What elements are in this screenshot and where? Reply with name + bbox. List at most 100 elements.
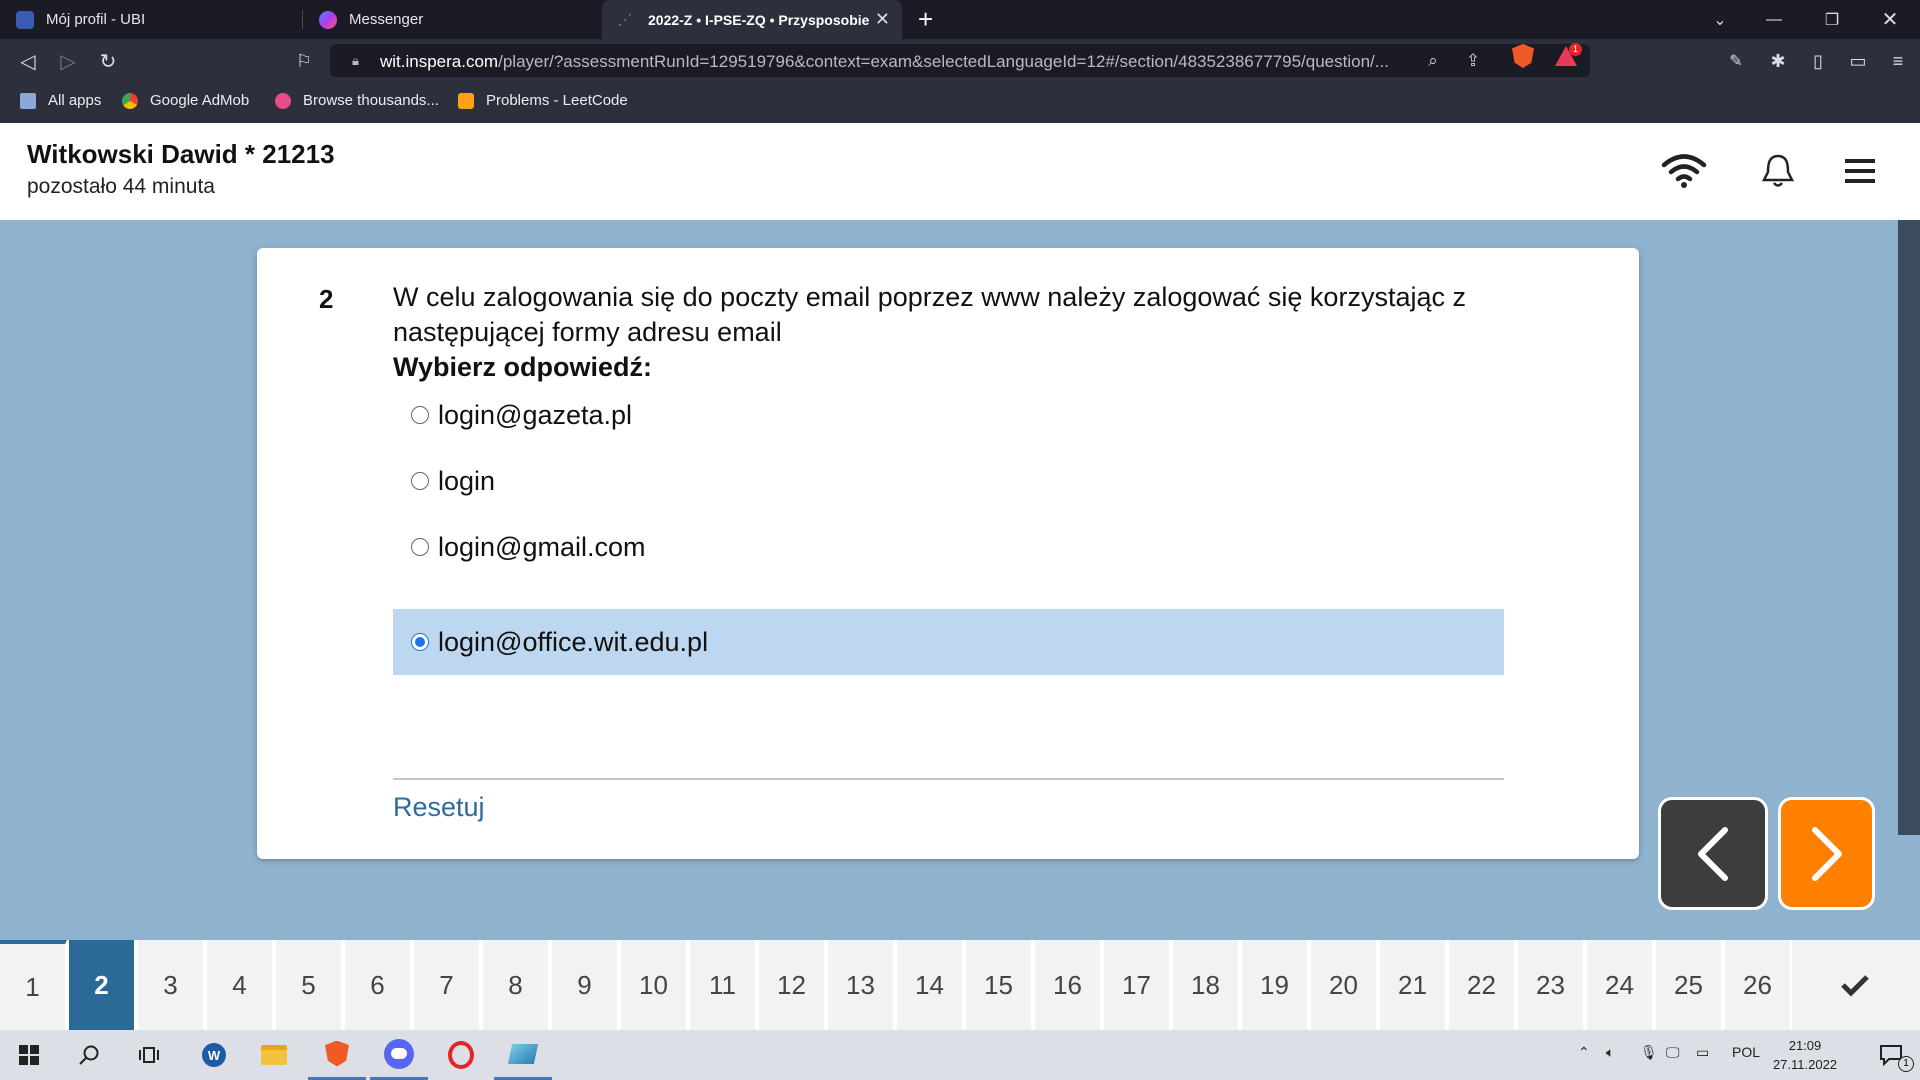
word-app-icon[interactable]: W — [185, 1030, 243, 1080]
question-number: 2 — [319, 284, 334, 314]
reload-icon[interactable]: ↻ — [94, 47, 122, 75]
question-nav-button[interactable]: 20 — [1311, 940, 1378, 1030]
close-tab-icon[interactable]: ✕ — [875, 9, 890, 30]
previous-question-button[interactable] — [1658, 797, 1768, 910]
question-nav-button[interactable]: 8 — [483, 940, 550, 1030]
tab-inspera-exam[interactable]: ⋰ 2022-Z • I-PSE-ZQ • Przysposobie ✕ — [602, 0, 902, 39]
sidebar-icon[interactable]: ▯ — [1804, 47, 1832, 75]
clock-date: 27.11.2022 — [1772, 1057, 1838, 1072]
page-scrollbar[interactable] — [1898, 220, 1920, 835]
network-icon[interactable]: 🖵︎ — [1666, 1044, 1680, 1061]
chevron-up-icon[interactable]: ⌃ — [1578, 1044, 1590, 1061]
windows-start-icon[interactable] — [0, 1030, 58, 1080]
bookmark-browse-thousands[interactable]: Browse thousands... — [275, 92, 439, 109]
finish-button[interactable] — [1790, 940, 1920, 1030]
question-nav-button[interactable]: 5 — [276, 940, 343, 1030]
microphone-icon[interactable]: 🎙︎ — [1640, 1044, 1658, 1061]
admob-icon — [122, 92, 138, 109]
radio-button-checked[interactable] — [411, 633, 429, 651]
bookmark-google-admob[interactable]: Google AdMob — [122, 92, 249, 109]
opera-icon[interactable] — [432, 1030, 490, 1080]
wallet-icon[interactable]: ▭ — [1844, 47, 1872, 75]
browser-toolbar: ◁ ▷ ↻ ⚐ 🔒︎ wit.inspera.com/player/?asses… — [0, 39, 1920, 82]
minimize-button[interactable]: — — [1750, 0, 1798, 39]
question-nav-button[interactable]: 17 — [1104, 940, 1171, 1030]
question-nav-button[interactable]: 18 — [1173, 940, 1240, 1030]
next-question-button[interactable] — [1778, 797, 1875, 910]
leetcode-icon — [458, 92, 474, 109]
extensions-icon[interactable]: ✱ — [1764, 47, 1792, 75]
question-nav-button[interactable]: 6 — [345, 940, 412, 1030]
notifications-icon[interactable]: 1 — [1862, 1030, 1920, 1080]
question-nav-button[interactable]: 22 — [1449, 940, 1516, 1030]
bookmark-leetcode[interactable]: Problems - LeetCode — [458, 92, 628, 109]
question-nav-button[interactable]: 2 — [69, 940, 136, 1030]
bell-icon[interactable] — [1754, 149, 1802, 193]
radio-button[interactable] — [411, 406, 429, 424]
question-nav-button[interactable]: 12 — [759, 940, 826, 1030]
question-nav-button[interactable]: 10 — [621, 940, 688, 1030]
question-nav-button[interactable]: 15 — [966, 940, 1033, 1030]
question-nav-button[interactable]: 3 — [138, 940, 205, 1030]
question-nav-button[interactable]: 9 — [552, 940, 619, 1030]
file-explorer-icon[interactable] — [245, 1030, 303, 1080]
question-nav-button[interactable]: 26 — [1725, 940, 1792, 1030]
radio-button[interactable] — [411, 538, 429, 556]
apps-icon — [20, 92, 36, 109]
browser-tab-bar: Mój profil - UBI Messenger ⋰ 2022-Z • I-… — [0, 0, 1920, 39]
chevron-left-icon — [1698, 826, 1728, 881]
question-text: W celu zalogowania się do poczty email p… — [393, 282, 1466, 347]
battery-icon[interactable]: ▭ — [1696, 1044, 1709, 1061]
bookmark-label: Problems - LeetCode — [486, 92, 628, 109]
tab-label: 2022-Z • I-PSE-ZQ • Przysposobie — [648, 11, 870, 28]
question-nav-button[interactable]: 23 — [1518, 940, 1585, 1030]
radio-button[interactable] — [411, 472, 429, 490]
clock-time: 21:09 — [1788, 1038, 1822, 1053]
volume-icon[interactable]: 🔈︎ — [1606, 1044, 1614, 1061]
question-nav-button[interactable]: 13 — [828, 940, 895, 1030]
answer-option-selected[interactable]: login@office.wit.edu.pl — [393, 609, 1504, 675]
bookmark-all-apps[interactable]: All apps — [20, 92, 101, 109]
back-icon[interactable]: ◁ — [14, 47, 42, 75]
question-nav-button[interactable]: 25 — [1656, 940, 1723, 1030]
wifi-icon[interactable] — [1660, 149, 1708, 193]
question-nav-button[interactable]: 16 — [1035, 940, 1102, 1030]
new-tab-button[interactable]: + — [918, 4, 933, 35]
address-bar[interactable]: 🔒︎ wit.inspera.com/player/?assessmentRun… — [330, 44, 1590, 77]
question-nav-button[interactable]: 4 — [207, 940, 274, 1030]
zoom-icon[interactable]: ⌕ — [1422, 50, 1444, 72]
language-indicator[interactable]: POL — [1732, 1044, 1760, 1060]
restore-button[interactable]: ❐ — [1808, 0, 1856, 39]
notes-app-icon[interactable] — [494, 1030, 552, 1080]
tab-moj-profil[interactable]: Mój profil - UBI — [0, 0, 300, 39]
question-nav-button[interactable]: 14 — [897, 940, 964, 1030]
question-nav-button[interactable]: 24 — [1587, 940, 1654, 1030]
question-nav-button[interactable]: 19 — [1242, 940, 1309, 1030]
option-label: login@office.wit.edu.pl — [438, 626, 709, 657]
tab-search-icon[interactable]: ⌄ — [1696, 0, 1744, 39]
search-icon[interactable] — [60, 1030, 118, 1080]
reset-link[interactable]: Resetuj — [393, 792, 485, 823]
menu-icon[interactable]: ≡ — [1884, 47, 1912, 75]
question-nav-button[interactable]: 21 — [1380, 940, 1447, 1030]
tab-messenger[interactable]: Messenger — [303, 0, 598, 39]
divider — [393, 778, 1504, 780]
question-nav-button[interactable]: 7 — [414, 940, 481, 1030]
student-name: Witkowski Dawid * 21213 — [27, 139, 335, 169]
answer-option[interactable]: login — [393, 448, 1504, 514]
forward-icon[interactable]: ▷ — [54, 47, 82, 75]
option-label: login@gazeta.pl — [438, 399, 633, 430]
answer-option[interactable]: login@gazeta.pl — [393, 382, 1504, 448]
bookmark-icon[interactable]: ⚐ — [290, 47, 318, 75]
discord-icon[interactable] — [370, 1030, 428, 1080]
question-nav-button[interactable]: 1 — [0, 940, 67, 1030]
task-view-icon[interactable] — [120, 1030, 178, 1080]
pencil-extension-icon[interactable]: ✎ — [1722, 47, 1750, 75]
hamburger-menu-icon[interactable] — [1836, 149, 1884, 193]
close-window-button[interactable]: ✕ — [1866, 0, 1914, 39]
question-nav-button[interactable]: 11 — [690, 940, 757, 1030]
clock[interactable]: 21:09 27.11.2022 — [1770, 1036, 1840, 1074]
answer-option[interactable]: login@gmail.com — [393, 514, 1504, 580]
share-icon[interactable]: ⇪ — [1462, 50, 1484, 72]
brave-browser-icon[interactable] — [308, 1030, 366, 1080]
